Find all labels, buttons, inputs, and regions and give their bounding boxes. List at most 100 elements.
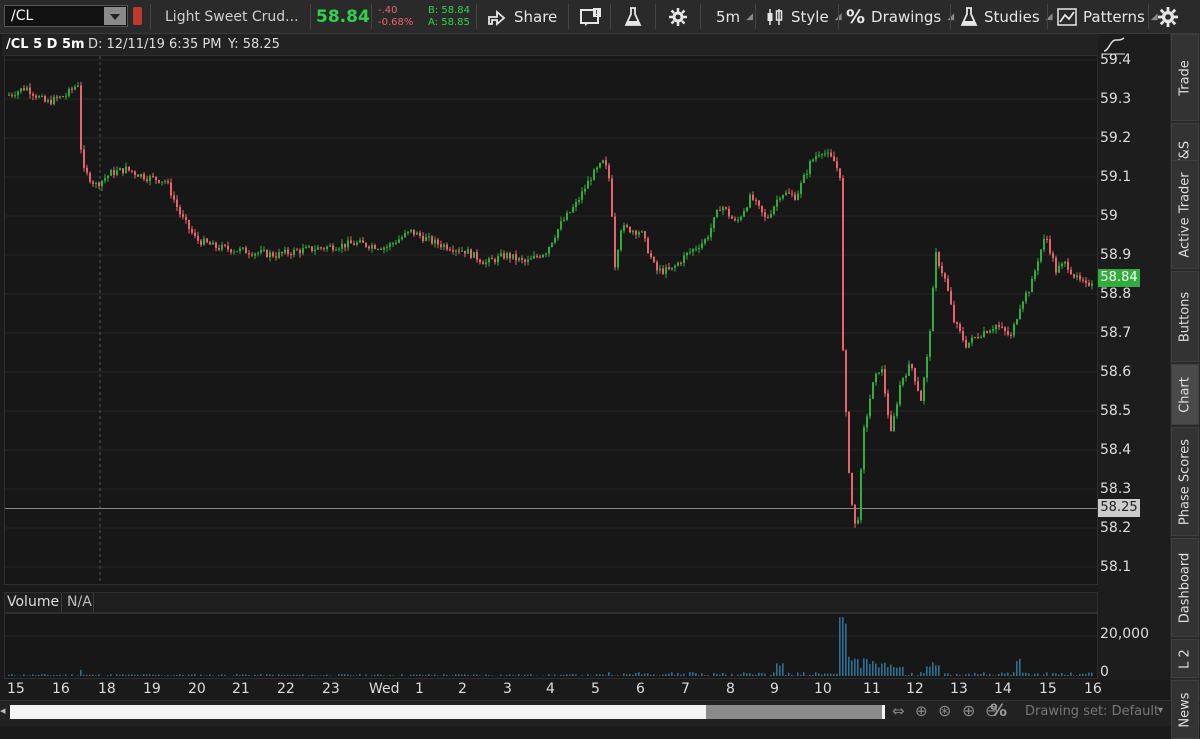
timeframe-button[interactable]: 5m ◢ <box>716 3 753 30</box>
volume-bar <box>836 674 838 676</box>
candle <box>572 204 574 213</box>
candle <box>1031 276 1033 292</box>
crosshair-price-marker: 58.25 <box>1098 499 1140 517</box>
candle <box>1022 301 1024 313</box>
tab-buttons[interactable]: Buttons <box>1171 271 1199 362</box>
percent-icon[interactable]: % <box>990 701 1007 721</box>
volume-bar <box>899 667 901 676</box>
volume-bar <box>188 675 190 676</box>
tab-news[interactable]: News <box>1171 680 1199 739</box>
studies-label: Studies <box>984 8 1040 26</box>
volume-bar <box>848 657 850 676</box>
volume-bar <box>221 674 223 676</box>
volume-bar <box>473 675 475 676</box>
volume-bar <box>1025 673 1027 676</box>
alert-button[interactable]: ! <box>580 3 602 30</box>
volume-bar <box>71 674 73 676</box>
price-axis[interactable]: 59.459.359.259.15958.958.858.758.658.558… <box>1098 34 1170 680</box>
price-axis-tick: 58.5 <box>1100 403 1131 419</box>
candle <box>758 200 760 209</box>
time-axis-label: 12 <box>906 681 924 697</box>
candle <box>617 249 619 270</box>
style-button[interactable]: Style ◢ <box>766 3 842 30</box>
volume-bar <box>359 674 361 676</box>
studies-button[interactable]: Studies ◢ <box>960 3 1053 30</box>
chart-title: /CL 5 D 5m <box>6 37 85 52</box>
volume-bar <box>110 674 112 676</box>
volume-bar <box>11 674 13 676</box>
divider <box>950 4 951 29</box>
candle <box>599 162 601 168</box>
candle <box>935 248 937 291</box>
volume-bar <box>329 675 331 676</box>
patterns-button[interactable]: Patterns ◢ <box>1057 3 1158 30</box>
drawings-button[interactable]: % Drawings ◢ <box>846 3 954 30</box>
link-color-tag[interactable] <box>133 7 142 25</box>
volume-bar <box>248 675 250 676</box>
volume-bar <box>959 675 961 676</box>
chevron-down-icon[interactable]: ▾ <box>1158 705 1163 716</box>
volume-bar <box>575 675 577 676</box>
candle <box>1001 322 1003 328</box>
candle <box>23 85 25 91</box>
settings-button[interactable] <box>669 3 687 30</box>
price-chart[interactable] <box>4 55 1098 585</box>
volume-bar <box>998 674 1000 676</box>
symbol-dropdown-button[interactable] <box>104 7 126 25</box>
volume-bar <box>287 675 289 676</box>
share-button[interactable]: Share <box>486 3 557 30</box>
divider <box>655 4 656 29</box>
price-axis-tick: 59.3 <box>1100 91 1131 107</box>
candle <box>836 157 838 172</box>
volume-bar <box>803 672 805 676</box>
zoom-box-icon[interactable]: ⊛ <box>938 701 951 720</box>
candle <box>1052 251 1054 262</box>
chart-header: /CL 5 D 5m D: 12/11/19 6:35 PM Y: 58.25 <box>2 34 1098 56</box>
tab-dashboard[interactable]: Dashboard <box>1171 538 1199 637</box>
candle <box>824 150 826 157</box>
candle <box>200 239 202 247</box>
volume-bar <box>344 674 346 676</box>
candle <box>488 257 490 267</box>
tab-active-trader[interactable]: Active Trader <box>1171 160 1199 269</box>
volume-bar <box>152 675 154 676</box>
volume-chart[interactable] <box>4 613 1098 679</box>
crosshair-icon[interactable]: ⊕ <box>915 702 928 720</box>
candle <box>680 261 682 266</box>
drawing-set-label[interactable]: Drawing set: Default <box>1025 704 1159 719</box>
volume-bar <box>38 675 40 676</box>
tab-trade[interactable]: Trade <box>1171 34 1199 121</box>
candle <box>452 246 454 255</box>
zoom-reset-icon[interactable]: ⇔ <box>892 702 905 720</box>
time-axis-label: 22 <box>277 681 295 697</box>
volume-bar <box>869 664 871 676</box>
scrollbar-thumb[interactable] <box>706 705 882 719</box>
volume-bar <box>740 674 742 676</box>
candle <box>854 504 856 527</box>
candle <box>821 153 823 159</box>
scroll-left-icon[interactable]: ◂ <box>0 704 6 717</box>
zoom-in-icon[interactable]: ⊕ <box>962 701 975 720</box>
price-axis-tick: 58.8 <box>1100 286 1131 302</box>
volume-bar <box>965 674 967 676</box>
candle <box>869 394 871 419</box>
volume-bar <box>488 675 490 676</box>
price-axis-tick: 58.9 <box>1100 247 1131 263</box>
candle <box>866 414 868 432</box>
candle <box>104 174 106 183</box>
settings-button-2[interactable] <box>1158 3 1178 30</box>
volume-bar <box>800 675 802 676</box>
flask-button[interactable] <box>624 3 642 30</box>
candle <box>20 88 22 94</box>
volume-bar <box>389 675 391 676</box>
candle <box>86 165 88 176</box>
volume-bar <box>911 673 913 676</box>
tab-l-2[interactable]: L 2 <box>1171 639 1199 678</box>
volume-bar <box>692 672 694 676</box>
time-axis[interactable]: 1516181920212223Wed123456789101112131415… <box>0 680 1170 700</box>
tab-chart[interactable]: Chart <box>1171 364 1199 425</box>
chart-scrollbar[interactable]: ◂ ⇔ ⊕ ⊛ ⊕ ⊖ % Drawing set: Default ▾ <box>0 700 1200 726</box>
tab-phase-scores[interactable]: Phase Scores <box>1171 427 1199 536</box>
volume-bar <box>980 674 982 676</box>
candle <box>230 249 232 255</box>
